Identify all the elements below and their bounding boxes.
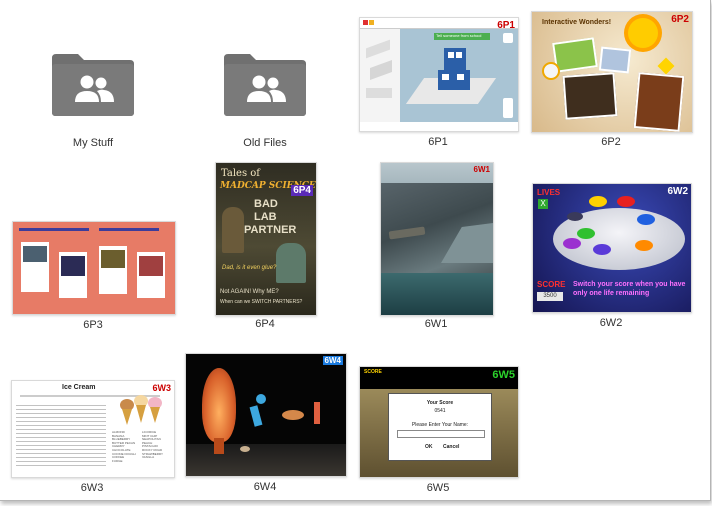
file-label: 6P3 <box>83 319 103 331</box>
file-browser-grid: My Stuff Old Files Tell someone from sch… <box>0 0 711 501</box>
folder-label: My Stuff <box>72 137 114 149</box>
thumbnail: Ice Cream ALMOND BANANA BLUEBERRY BUTTER… <box>11 380 175 478</box>
file-6w5[interactable]: SCORE Your Score 0541 Please Enter Your … <box>359 366 519 496</box>
shared-folder-icon <box>50 52 136 118</box>
thumbnail: Tell someone from school 6P1 <box>359 17 519 132</box>
title-line-1: Tales of <box>221 168 261 179</box>
score-dialog: Your Score 0541 Please Enter Your Name: … <box>388 393 492 461</box>
file-6w3[interactable]: Ice Cream ALMOND BANANA BLUEBERRY BUTTER… <box>11 380 175 495</box>
file-label: 6P4 <box>255 318 275 330</box>
score-label: SCORE <box>537 280 566 289</box>
file-6w2[interactable]: LIVES X SCORE 3500 Switch your score whe… <box>532 183 692 333</box>
word: VANILLA <box>142 455 155 460</box>
heading: Interactive Wonders! <box>542 19 612 26</box>
file-label: 6W3 <box>80 482 104 494</box>
dialog-title: Your Score <box>426 400 454 406</box>
title-line-5: PARTNER <box>244 224 297 236</box>
shared-folder-icon <box>222 52 308 118</box>
file-label: 6W5 <box>426 482 450 494</box>
score-top: SCORE <box>364 369 382 375</box>
file-label: 6P2 <box>601 136 621 148</box>
badge: 6P4 <box>291 185 313 196</box>
caption-1: Dad, is it even glue? <box>222 265 277 271</box>
folder-old-files[interactable]: Old Files <box>222 52 308 152</box>
thumbnail: Interactive Wonders! 6P2 <box>531 11 693 133</box>
lives-value: X <box>538 199 548 209</box>
badge: 6W3 <box>152 383 171 393</box>
file-label: 6P1 <box>428 136 448 148</box>
file-6p2[interactable]: Interactive Wonders! 6P2 6P2 <box>531 11 693 151</box>
thumbnail: 6W1 <box>380 162 494 316</box>
badge: 6P2 <box>671 14 689 25</box>
badge: 6P1 <box>497 20 515 31</box>
folder-label: Old Files <box>243 137 287 149</box>
thumbnail <box>12 221 176 315</box>
file-label: 6W2 <box>599 317 623 329</box>
title-line-3: BAD <box>254 198 278 210</box>
file-6p3[interactable]: 6P3 <box>12 221 176 333</box>
toolbar-text: Tell someone from school <box>436 33 482 38</box>
badge: 6W2 <box>667 186 688 197</box>
file-6w4[interactable]: 6W4 6W4 <box>185 353 347 495</box>
dialog-prompt: Please Enter Your Name: <box>411 422 469 428</box>
cancel-button[interactable]: Cancel <box>443 444 459 450</box>
file-6p1[interactable]: Tell someone from school 6P1 6P1 <box>359 17 519 149</box>
score-value: 3500 <box>537 292 563 301</box>
caption: Switch your score when you have only one… <box>573 281 686 297</box>
file-label: 6W1 <box>424 318 448 330</box>
badge: 6W4 <box>322 356 343 365</box>
word: FUDGE <box>112 458 123 463</box>
caption-3: When can we SWITCH PARTNERS? <box>220 299 303 305</box>
file-6w1[interactable]: 6W1 6W1 <box>380 162 494 334</box>
title-line-4: LAB <box>254 211 277 223</box>
badge: 6W1 <box>473 165 490 174</box>
thumbnail: Tales of MADCAP SCIENCE BAD LAB PARTNER … <box>215 162 317 316</box>
name-input[interactable] <box>397 430 485 438</box>
worksheet-title: Ice Cream <box>62 384 96 391</box>
caption-2: Not AGAIN! Why ME? <box>220 289 279 295</box>
dialog-score: 0541 <box>434 408 446 414</box>
file-6p4[interactable]: Tales of MADCAP SCIENCE BAD LAB PARTNER … <box>215 162 317 334</box>
lives-label: LIVES <box>537 188 561 197</box>
thumbnail: LIVES X SCORE 3500 Switch your score whe… <box>532 183 692 313</box>
file-label: 6W4 <box>253 481 277 493</box>
badge: 6W5 <box>492 369 515 381</box>
ok-button[interactable]: OK <box>425 444 433 450</box>
thumbnail: SCORE Your Score 0541 Please Enter Your … <box>359 366 519 478</box>
folder-my-stuff[interactable]: My Stuff <box>50 52 136 152</box>
thumbnail: 6W4 <box>185 353 347 477</box>
